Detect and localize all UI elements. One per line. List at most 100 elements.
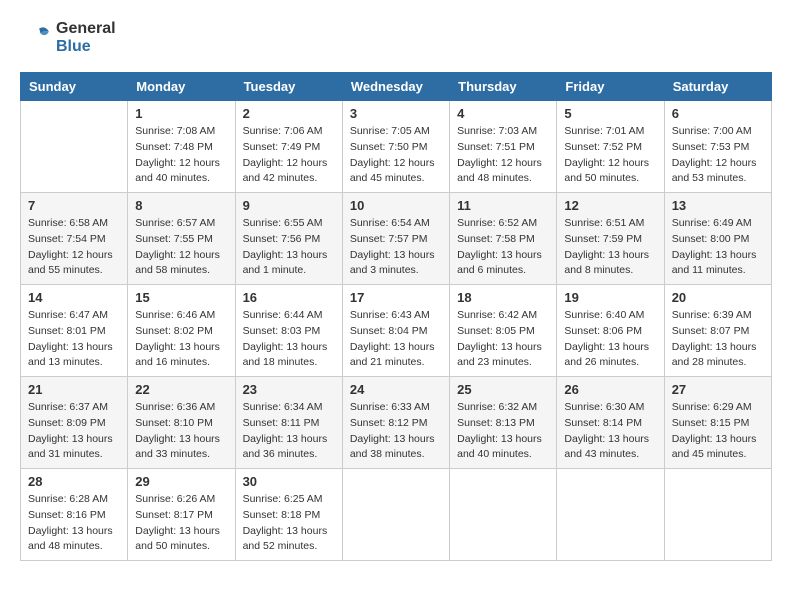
calendar-cell: 9 Sunrise: 6:55 AMSunset: 7:56 PMDayligh… bbox=[235, 193, 342, 285]
day-number: 28 bbox=[28, 474, 120, 489]
day-info: Sunrise: 6:28 AMSunset: 8:16 PMDaylight:… bbox=[28, 492, 120, 555]
calendar-cell bbox=[450, 469, 557, 561]
calendar-cell: 23 Sunrise: 6:34 AMSunset: 8:11 PMDaylig… bbox=[235, 377, 342, 469]
day-number: 22 bbox=[135, 382, 227, 397]
calendar-cell: 27 Sunrise: 6:29 AMSunset: 8:15 PMDaylig… bbox=[664, 377, 771, 469]
calendar-cell: 21 Sunrise: 6:37 AMSunset: 8:09 PMDaylig… bbox=[21, 377, 128, 469]
calendar-cell bbox=[21, 101, 128, 193]
calendar-cell: 7 Sunrise: 6:58 AMSunset: 7:54 PMDayligh… bbox=[21, 193, 128, 285]
calendar-cell: 14 Sunrise: 6:47 AMSunset: 8:01 PMDaylig… bbox=[21, 285, 128, 377]
day-info: Sunrise: 6:52 AMSunset: 7:58 PMDaylight:… bbox=[457, 216, 549, 279]
day-info: Sunrise: 7:06 AMSunset: 7:49 PMDaylight:… bbox=[243, 124, 335, 187]
calendar-cell: 18 Sunrise: 6:42 AMSunset: 8:05 PMDaylig… bbox=[450, 285, 557, 377]
day-number: 9 bbox=[243, 198, 335, 213]
day-number: 21 bbox=[28, 382, 120, 397]
day-number: 30 bbox=[243, 474, 335, 489]
logo-general-text: General bbox=[56, 20, 116, 37]
calendar-cell: 1 Sunrise: 7:08 AMSunset: 7:48 PMDayligh… bbox=[128, 101, 235, 193]
day-number: 4 bbox=[457, 106, 549, 121]
calendar-cell: 10 Sunrise: 6:54 AMSunset: 7:57 PMDaylig… bbox=[342, 193, 449, 285]
col-header-thursday: Thursday bbox=[450, 73, 557, 101]
calendar-cell: 6 Sunrise: 7:00 AMSunset: 7:53 PMDayligh… bbox=[664, 101, 771, 193]
logo-bird-icon bbox=[20, 22, 52, 54]
logo: General Blue bbox=[20, 20, 116, 56]
day-number: 13 bbox=[672, 198, 764, 213]
day-info: Sunrise: 6:54 AMSunset: 7:57 PMDaylight:… bbox=[350, 216, 442, 279]
col-header-tuesday: Tuesday bbox=[235, 73, 342, 101]
day-info: Sunrise: 6:40 AMSunset: 8:06 PMDaylight:… bbox=[564, 308, 656, 371]
day-number: 12 bbox=[564, 198, 656, 213]
day-info: Sunrise: 6:51 AMSunset: 7:59 PMDaylight:… bbox=[564, 216, 656, 279]
calendar-cell: 24 Sunrise: 6:33 AMSunset: 8:12 PMDaylig… bbox=[342, 377, 449, 469]
day-info: Sunrise: 7:01 AMSunset: 7:52 PMDaylight:… bbox=[564, 124, 656, 187]
col-header-saturday: Saturday bbox=[664, 73, 771, 101]
day-number: 2 bbox=[243, 106, 335, 121]
day-number: 3 bbox=[350, 106, 442, 121]
calendar-cell: 20 Sunrise: 6:39 AMSunset: 8:07 PMDaylig… bbox=[664, 285, 771, 377]
day-info: Sunrise: 6:29 AMSunset: 8:15 PMDaylight:… bbox=[672, 400, 764, 463]
day-info: Sunrise: 6:42 AMSunset: 8:05 PMDaylight:… bbox=[457, 308, 549, 371]
day-number: 25 bbox=[457, 382, 549, 397]
day-info: Sunrise: 6:39 AMSunset: 8:07 PMDaylight:… bbox=[672, 308, 764, 371]
col-header-friday: Friday bbox=[557, 73, 664, 101]
day-info: Sunrise: 6:46 AMSunset: 8:02 PMDaylight:… bbox=[135, 308, 227, 371]
day-number: 18 bbox=[457, 290, 549, 305]
day-info: Sunrise: 6:25 AMSunset: 8:18 PMDaylight:… bbox=[243, 492, 335, 555]
day-info: Sunrise: 6:49 AMSunset: 8:00 PMDaylight:… bbox=[672, 216, 764, 279]
col-header-wednesday: Wednesday bbox=[342, 73, 449, 101]
day-info: Sunrise: 6:33 AMSunset: 8:12 PMDaylight:… bbox=[350, 400, 442, 463]
col-header-monday: Monday bbox=[128, 73, 235, 101]
day-info: Sunrise: 6:26 AMSunset: 8:17 PMDaylight:… bbox=[135, 492, 227, 555]
day-info: Sunrise: 6:34 AMSunset: 8:11 PMDaylight:… bbox=[243, 400, 335, 463]
calendar-cell: 25 Sunrise: 6:32 AMSunset: 8:13 PMDaylig… bbox=[450, 377, 557, 469]
day-info: Sunrise: 6:43 AMSunset: 8:04 PMDaylight:… bbox=[350, 308, 442, 371]
calendar-cell: 4 Sunrise: 7:03 AMSunset: 7:51 PMDayligh… bbox=[450, 101, 557, 193]
logo-blue-text: Blue bbox=[56, 38, 91, 55]
day-info: Sunrise: 6:44 AMSunset: 8:03 PMDaylight:… bbox=[243, 308, 335, 371]
calendar-cell: 22 Sunrise: 6:36 AMSunset: 8:10 PMDaylig… bbox=[128, 377, 235, 469]
day-number: 20 bbox=[672, 290, 764, 305]
calendar-cell: 30 Sunrise: 6:25 AMSunset: 8:18 PMDaylig… bbox=[235, 469, 342, 561]
day-number: 26 bbox=[564, 382, 656, 397]
day-number: 11 bbox=[457, 198, 549, 213]
calendar-cell: 12 Sunrise: 6:51 AMSunset: 7:59 PMDaylig… bbox=[557, 193, 664, 285]
day-info: Sunrise: 7:08 AMSunset: 7:48 PMDaylight:… bbox=[135, 124, 227, 187]
day-number: 6 bbox=[672, 106, 764, 121]
calendar-table: SundayMondayTuesdayWednesdayThursdayFrid… bbox=[20, 72, 772, 561]
calendar-cell bbox=[664, 469, 771, 561]
calendar-cell: 5 Sunrise: 7:01 AMSunset: 7:52 PMDayligh… bbox=[557, 101, 664, 193]
calendar-cell: 11 Sunrise: 6:52 AMSunset: 7:58 PMDaylig… bbox=[450, 193, 557, 285]
calendar-cell bbox=[342, 469, 449, 561]
day-info: Sunrise: 7:03 AMSunset: 7:51 PMDaylight:… bbox=[457, 124, 549, 187]
day-number: 24 bbox=[350, 382, 442, 397]
day-info: Sunrise: 6:47 AMSunset: 8:01 PMDaylight:… bbox=[28, 308, 120, 371]
calendar-cell bbox=[557, 469, 664, 561]
day-number: 29 bbox=[135, 474, 227, 489]
day-info: Sunrise: 7:00 AMSunset: 7:53 PMDaylight:… bbox=[672, 124, 764, 187]
day-info: Sunrise: 6:36 AMSunset: 8:10 PMDaylight:… bbox=[135, 400, 227, 463]
day-info: Sunrise: 6:37 AMSunset: 8:09 PMDaylight:… bbox=[28, 400, 120, 463]
day-number: 5 bbox=[564, 106, 656, 121]
calendar-cell: 19 Sunrise: 6:40 AMSunset: 8:06 PMDaylig… bbox=[557, 285, 664, 377]
calendar-cell: 26 Sunrise: 6:30 AMSunset: 8:14 PMDaylig… bbox=[557, 377, 664, 469]
day-number: 27 bbox=[672, 382, 764, 397]
day-number: 17 bbox=[350, 290, 442, 305]
day-number: 23 bbox=[243, 382, 335, 397]
calendar-cell: 13 Sunrise: 6:49 AMSunset: 8:00 PMDaylig… bbox=[664, 193, 771, 285]
page-header: General Blue bbox=[20, 20, 772, 56]
calendar-cell: 8 Sunrise: 6:57 AMSunset: 7:55 PMDayligh… bbox=[128, 193, 235, 285]
col-header-sunday: Sunday bbox=[21, 73, 128, 101]
day-number: 8 bbox=[135, 198, 227, 213]
day-info: Sunrise: 6:58 AMSunset: 7:54 PMDaylight:… bbox=[28, 216, 120, 279]
day-info: Sunrise: 6:57 AMSunset: 7:55 PMDaylight:… bbox=[135, 216, 227, 279]
day-info: Sunrise: 6:32 AMSunset: 8:13 PMDaylight:… bbox=[457, 400, 549, 463]
day-number: 14 bbox=[28, 290, 120, 305]
day-info: Sunrise: 7:05 AMSunset: 7:50 PMDaylight:… bbox=[350, 124, 442, 187]
calendar-cell: 29 Sunrise: 6:26 AMSunset: 8:17 PMDaylig… bbox=[128, 469, 235, 561]
calendar-cell: 15 Sunrise: 6:46 AMSunset: 8:02 PMDaylig… bbox=[128, 285, 235, 377]
day-number: 1 bbox=[135, 106, 227, 121]
day-number: 7 bbox=[28, 198, 120, 213]
day-info: Sunrise: 6:55 AMSunset: 7:56 PMDaylight:… bbox=[243, 216, 335, 279]
calendar-cell: 28 Sunrise: 6:28 AMSunset: 8:16 PMDaylig… bbox=[21, 469, 128, 561]
day-number: 15 bbox=[135, 290, 227, 305]
